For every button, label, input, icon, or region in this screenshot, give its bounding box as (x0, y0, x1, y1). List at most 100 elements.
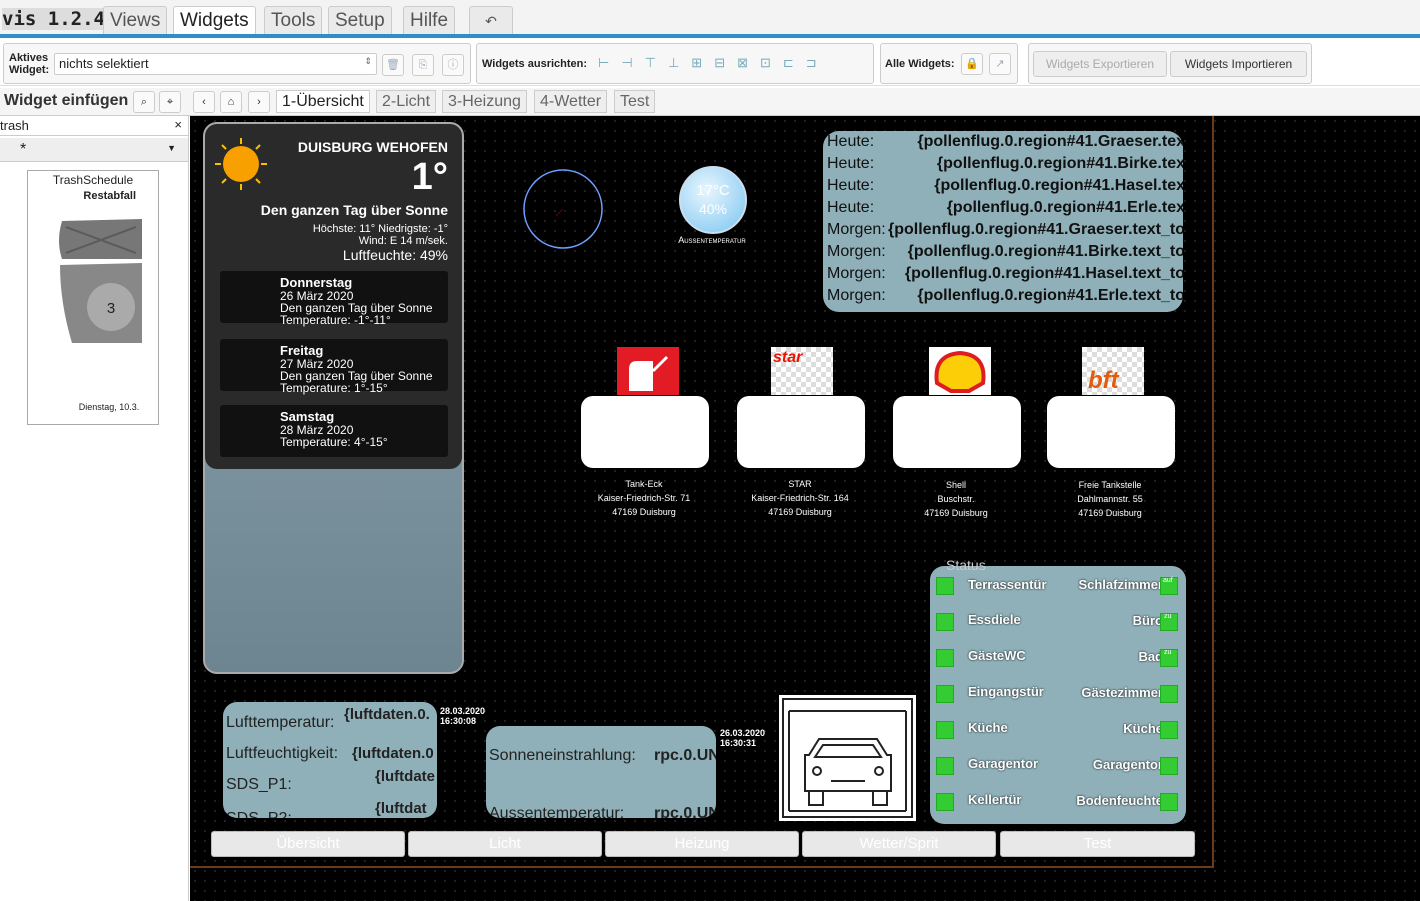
price-box-bft[interactable] (1047, 396, 1175, 468)
luft-value: {luftdaten.0. (344, 706, 430, 723)
pollen-row: Morgen: {pollenflug.0.region#41.Erle.text… (823, 287, 1183, 309)
analog-clock[interactable] (522, 168, 604, 250)
menu-views[interactable]: Views (103, 6, 168, 34)
widget-palette: trash × * ▼ TrashSchedule Restabfall 3 D… (0, 116, 189, 901)
prev-view-icon[interactable]: ‹ (193, 91, 215, 113)
station-city: 47169 Duisburg (768, 507, 832, 517)
status-indicator (936, 721, 954, 739)
station-info: Tank-Eck Kaiser-Friedrich-Str. 71 47169 … (579, 477, 709, 519)
menu-hilfe[interactable]: Hilfe (403, 6, 456, 34)
sun-timestamp-date: 26.03.2020 (720, 728, 766, 738)
nav-button-test[interactable]: Test (1000, 831, 1195, 857)
station-city: 47169 Duisburg (924, 508, 988, 518)
pollen-value: {pollenflug.0.region#41.Graeser.tex (917, 133, 1183, 150)
bft-logo-text: bft (1088, 367, 1119, 394)
copy-icon[interactable]: ⎘ (412, 54, 434, 76)
view-tab-uebersicht[interactable]: 1-Übersicht (276, 90, 370, 113)
weather-location: DUISBURG WEHOFEN (297, 139, 448, 155)
align-label: Widgets ausrichten: (482, 58, 588, 70)
trash-bin-icon: 3 (59, 219, 142, 343)
widget-search-input[interactable]: trash × (0, 116, 188, 136)
sun-panel[interactable]: Sonneneinstrahlung: rpc.0.UN Aussentempe… (486, 726, 716, 818)
price-box-star[interactable] (737, 396, 865, 468)
status-indicator: zu (1160, 613, 1178, 631)
view-tab-wetter[interactable]: 4-Wetter (534, 90, 608, 113)
export-group: Widgets Exportieren Widgets Importieren (1028, 43, 1312, 84)
station-street: Kaiser-Friedrich-Str. 71 (597, 493, 691, 503)
pollen-label: Heute: (827, 199, 875, 216)
active-widget-label: Aktives Widget: (9, 52, 49, 76)
select-arrows-icon: ⇕ (364, 56, 372, 66)
menu-tools[interactable]: Tools (264, 6, 323, 34)
active-widget-group: Aktives Widget: nichts selektiert ⇕ 🗑 ⎘ … (3, 43, 471, 84)
menu-setup[interactable]: Setup (328, 6, 392, 34)
search-icon[interactable]: ⌕ (133, 91, 155, 113)
luft-label: Luftfeuchtigkeit: (226, 745, 339, 762)
external-link-icon[interactable]: ↗ (989, 53, 1011, 75)
forecast-temp: Temperature: 1°-15° (280, 381, 388, 395)
status-label: Kellertür (968, 792, 1022, 807)
garage-car-icon[interactable] (779, 695, 916, 821)
widget-filter-select[interactable]: * ▼ (0, 138, 188, 162)
view-canvas: DUISBURG WEHOFEN 1° Den ganzen Tag über … (190, 116, 1420, 901)
next-view-icon[interactable]: › (248, 91, 270, 113)
clear-icon[interactable]: × (174, 117, 182, 132)
status-label: Terrassentür (968, 577, 1047, 592)
nav-button-wetter-sprit[interactable]: Wetter/Sprit (802, 831, 996, 857)
undo-icon[interactable]: ↶ (469, 6, 513, 34)
export-button[interactable]: Widgets Exportieren (1033, 51, 1167, 77)
status-indicator (936, 613, 954, 631)
nav-button-uebersicht[interactable]: Übersicht (211, 831, 405, 857)
home-icon[interactable]: ⌂ (220, 91, 242, 113)
outside-temp-value: 17°C (696, 182, 730, 199)
delete-icon[interactable]: 🗑 (382, 54, 404, 76)
status-indicator (936, 577, 954, 595)
weather-highlow: Höchste: 11° Niedrigste: -1° (312, 223, 448, 235)
forecast-day-name: Samstag (280, 409, 335, 424)
status-flag: auf (1163, 577, 1173, 584)
forecast-day-2: Freitag 27 März 2020 Den ganzen Tag über… (220, 339, 448, 395)
nav-button-licht[interactable]: Licht (408, 831, 602, 857)
status-label: Küche (968, 720, 1008, 735)
sun-value: rpc.0.UN (654, 747, 716, 764)
weather-widget[interactable]: DUISBURG WEHOFEN 1° Den ganzen Tag über … (205, 124, 462, 469)
station-city: 47169 Duisburg (612, 507, 676, 517)
view-tab-test[interactable]: Test (614, 90, 656, 113)
pollen-value: {pollenflug.0.region#41.Hasel.text_to (904, 265, 1183, 282)
status-indicator: zu (1160, 649, 1178, 667)
pollen-row: Heute: {pollenflug.0.region#41.Birke.tex (823, 155, 1183, 177)
lock-icon[interactable]: 🔒 (961, 53, 983, 75)
pollen-panel[interactable]: Heute: {pollenflug.0.region#41.Graeser.te… (823, 131, 1183, 312)
import-button[interactable]: Widgets Importieren (1170, 51, 1307, 77)
trash-schedule-widget[interactable]: TrashSchedule Restabfall 3 Dienstag, 10.… (27, 170, 159, 425)
price-box-shell[interactable] (893, 396, 1021, 468)
tag-icon[interactable]: ⌖ (159, 91, 181, 113)
outside-temp-gauge[interactable]: 17°C 40% (679, 166, 747, 234)
chevron-down-icon: ▼ (167, 143, 176, 153)
nav-button-heizung[interactable]: Heizung (605, 831, 799, 857)
pollen-value: {pollenflug.0.region#41.Birke.text_to (907, 243, 1183, 260)
luftdaten-panel[interactable]: Lufttemperatur: {luftdaten.0. Luftfeucht… (223, 702, 437, 818)
widget-select[interactable]: nichts selektiert ⇕ (54, 53, 377, 75)
shell-logo (929, 347, 991, 395)
active-widget-label-1: Aktives (9, 52, 49, 64)
align-icons[interactable]: ⊢⊣⊤⊥⊞⊟⊠⊡⊏⊐ (598, 55, 829, 71)
sun-value: rpc.0.UN (654, 805, 716, 818)
outside-hum-value: 40% (698, 201, 728, 217)
status-indicator (936, 793, 954, 811)
view-tab-heizung[interactable]: 3-Heizung (442, 90, 527, 113)
active-widget-label-2: Widget: (9, 64, 50, 76)
toolbar: Aktives Widget: nichts selektiert ⇕ 🗑 ⎘ … (0, 42, 1420, 86)
sun-icon (215, 138, 267, 190)
pollen-label: Heute: (827, 133, 875, 150)
all-widgets-label: Alle Widgets: (885, 58, 955, 70)
view-tab-licht[interactable]: 2-Licht (376, 90, 437, 113)
insert-widget-label: Widget einfügen (4, 92, 129, 109)
menu-bar: vis 1.2.4 Views Widgets Tools Setup Hilf… (0, 0, 1420, 38)
price-box-tank-eck[interactable] (581, 396, 709, 468)
info-icon[interactable]: ⓘ (442, 54, 464, 76)
status-indicator (936, 757, 954, 775)
sun-timestamp-time: 16:30:31 (720, 738, 757, 748)
menu-widgets[interactable]: Widgets (173, 6, 256, 34)
status-label: Garagentor (1092, 757, 1163, 772)
